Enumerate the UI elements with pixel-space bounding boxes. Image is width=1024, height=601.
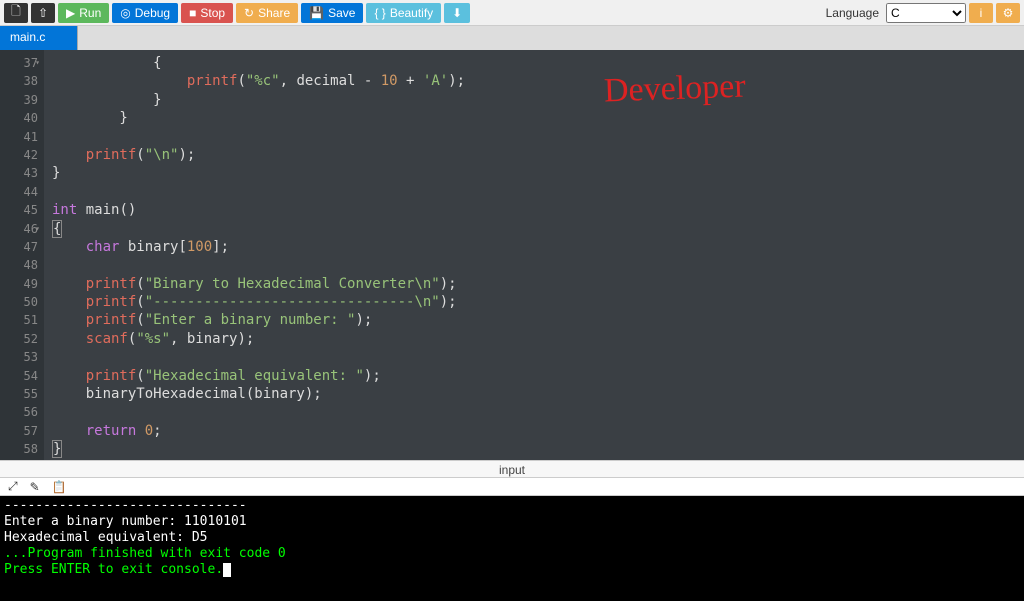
upload-button[interactable]: ⇧ [31,3,55,23]
expand-icon[interactable]: ⤢ [8,479,18,494]
code-line[interactable]: return 0; [52,422,1024,440]
language-label: Language [826,6,879,20]
line-gutter: 3738394041424344454647484950515253545556… [0,50,44,460]
gear-icon: ⚙ [1003,6,1014,20]
code-line[interactable]: binaryToHexadecimal(binary); [52,385,1024,403]
code-editor[interactable]: 3738394041424344454647484950515253545556… [0,50,1024,460]
run-button[interactable]: ▶Run [58,3,109,23]
play-icon: ▶ [66,6,75,20]
code-line[interactable] [52,348,1024,366]
console-line: Enter a binary number: 11010101 [4,514,1020,530]
annotation-developer: Developer [603,68,746,111]
code-line[interactable] [52,183,1024,201]
download-button[interactable]: ⬇ [444,3,470,23]
code-line[interactable]: printf("Hexadecimal equivalent: "); [52,367,1024,385]
code-line[interactable] [52,256,1024,274]
code-line[interactable]: { [52,54,1024,72]
code-line[interactable]: } [52,109,1024,127]
save-button[interactable]: 💾Save [301,3,363,23]
save-icon: 💾 [309,6,324,20]
beautify-button[interactable]: { }Beautify [366,3,441,23]
tab-bar: main.c [0,26,1024,50]
code-line[interactable]: printf("\n"); [52,146,1024,164]
copy-icon[interactable]: 📋 [52,480,67,494]
upload-icon: ⇧ [38,6,48,20]
code-area[interactable]: Developer { printf("%c", decimal - 10 + … [44,50,1024,460]
download-icon: ⬇ [452,6,462,20]
code-line[interactable]: } [52,164,1024,182]
file-icon: 🗋 [11,2,21,23]
share-button[interactable]: ↻Share [236,3,298,23]
code-line[interactable]: printf("Enter a binary number: "); [52,311,1024,329]
code-line[interactable] [52,403,1024,421]
settings-button[interactable]: ⚙ [996,3,1020,23]
console-line: Press ENTER to exit console. [4,562,1020,578]
code-line[interactable]: scanf("%s", binary); [52,330,1024,348]
stop-icon: ■ [189,6,196,20]
console-output[interactable]: -------------------------------Enter a b… [0,496,1024,601]
language-select[interactable]: C [886,3,966,23]
code-line[interactable]: printf("-------------------------------\… [52,293,1024,311]
code-line[interactable]: char binary[100]; [52,238,1024,256]
code-line[interactable]: } [52,91,1024,109]
toolbar: 🗋 ⇧ ▶Run ◎Debug ■Stop ↻Share 💾Save { }Be… [0,0,1024,26]
code-line[interactable]: int main() [52,201,1024,219]
code-line[interactable]: { [52,220,1024,238]
info-icon: i [980,6,983,20]
new-file-button[interactable]: 🗋 [4,3,28,23]
code-line[interactable]: printf("%c", decimal - 10 + 'A'); [52,72,1024,90]
stop-button[interactable]: ■Stop [181,3,233,23]
braces-icon: { } [374,6,385,20]
console-line: Hexadecimal equivalent: D5 [4,530,1020,546]
console-line: ------------------------------- [4,498,1020,514]
code-line[interactable] [52,128,1024,146]
tab-main-c[interactable]: main.c [0,26,78,50]
erase-icon[interactable]: ✎ [30,480,40,494]
info-button[interactable]: i [969,3,993,23]
input-section-header[interactable]: input [0,460,1024,478]
share-icon: ↻ [244,6,254,20]
code-line[interactable]: } [52,440,1024,458]
code-line[interactable]: printf("Binary to Hexadecimal Converter\… [52,275,1024,293]
console-controls: ⤢ ✎ 📋 [0,478,1024,496]
console-line: ...Program finished with exit code 0 [4,546,1020,562]
debug-button[interactable]: ◎Debug [112,3,178,23]
target-icon: ◎ [120,6,130,20]
